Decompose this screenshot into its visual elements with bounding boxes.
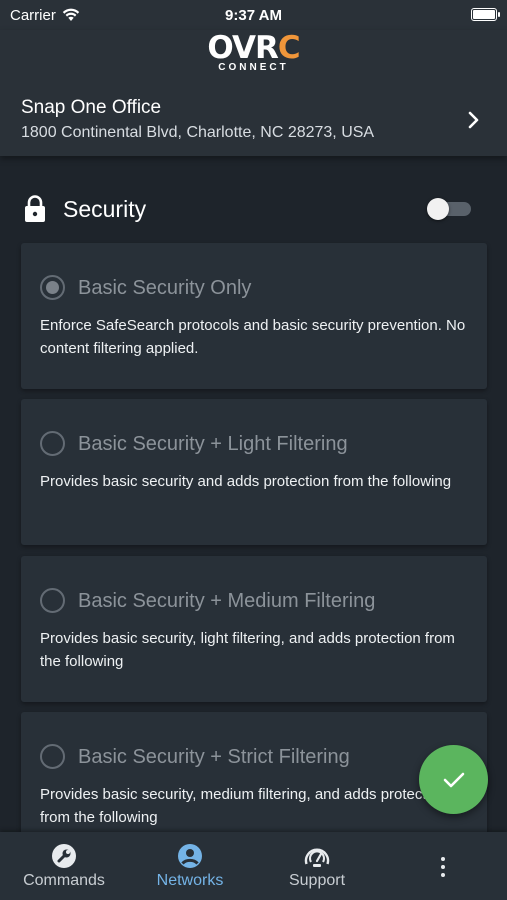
option-title: Basic Security + Strict Filtering xyxy=(78,746,350,768)
option-card-basic[interactable]: Basic Security Only Enforce SafeSearch p… xyxy=(21,243,487,389)
security-toggle[interactable] xyxy=(427,198,473,220)
status-time: 9:37 AM xyxy=(225,6,282,24)
nav-label: Networks xyxy=(156,872,224,889)
logo-mark: OVRC xyxy=(207,30,300,66)
battery-icon xyxy=(471,8,500,21)
option-title: Basic Security Only xyxy=(78,277,252,299)
radio-button-selected[interactable] xyxy=(40,275,65,300)
option-description: Enforce SafeSearch protocols and basic s… xyxy=(40,317,466,357)
lock-icon xyxy=(25,195,45,222)
status-bar: Carrier 9:37 AM xyxy=(0,0,507,30)
bottom-nav: Commands Networks Support xyxy=(0,832,507,900)
option-description: Provides basic security, medium filterin… xyxy=(40,786,447,826)
option-card-strict[interactable]: Basic Security + Strict Filtering Provid… xyxy=(21,712,487,842)
section-title: Security xyxy=(63,196,147,222)
site-header: OVRC CONNECT Snap One Office 1800 Contin… xyxy=(0,30,507,156)
option-description: Provides basic security, light filtering… xyxy=(40,630,455,670)
more-vertical-icon[interactable] xyxy=(432,852,454,882)
support-gauge-icon xyxy=(304,848,330,867)
nav-label: Commands xyxy=(23,872,105,889)
site-name[interactable]: Snap One Office xyxy=(21,97,161,119)
check-icon xyxy=(443,772,464,787)
account-circle-icon xyxy=(178,844,202,868)
option-title: Basic Security + Medium Filtering xyxy=(78,590,376,612)
nav-label: Support xyxy=(288,872,346,889)
radio-button[interactable] xyxy=(40,431,65,456)
ovrc-connect-logo: OVRC CONNECT xyxy=(0,32,507,73)
logo-subtitle: CONNECT xyxy=(218,62,289,73)
nav-item-commands[interactable]: Commands xyxy=(20,832,108,900)
radio-button[interactable] xyxy=(40,588,65,613)
option-title: Basic Security + Light Filtering xyxy=(78,433,348,455)
security-section-header: Security xyxy=(0,190,507,230)
option-description: Provides basic security and adds protect… xyxy=(40,473,452,490)
site-address[interactable]: 1800 Continental Blvd, Charlotte, NC 282… xyxy=(21,124,374,142)
nav-item-support[interactable]: Support xyxy=(274,832,360,900)
nav-item-networks[interactable]: Networks xyxy=(146,832,234,900)
option-card-light[interactable]: Basic Security + Light Filtering Provide… xyxy=(21,399,487,545)
option-card-medium[interactable]: Basic Security + Medium Filtering Provid… xyxy=(21,556,487,702)
chevron-right-icon[interactable] xyxy=(467,110,481,130)
confirm-button[interactable] xyxy=(419,745,488,814)
radio-button[interactable] xyxy=(40,744,65,769)
toggle-knob xyxy=(427,198,449,220)
wrench-icon xyxy=(52,844,76,868)
